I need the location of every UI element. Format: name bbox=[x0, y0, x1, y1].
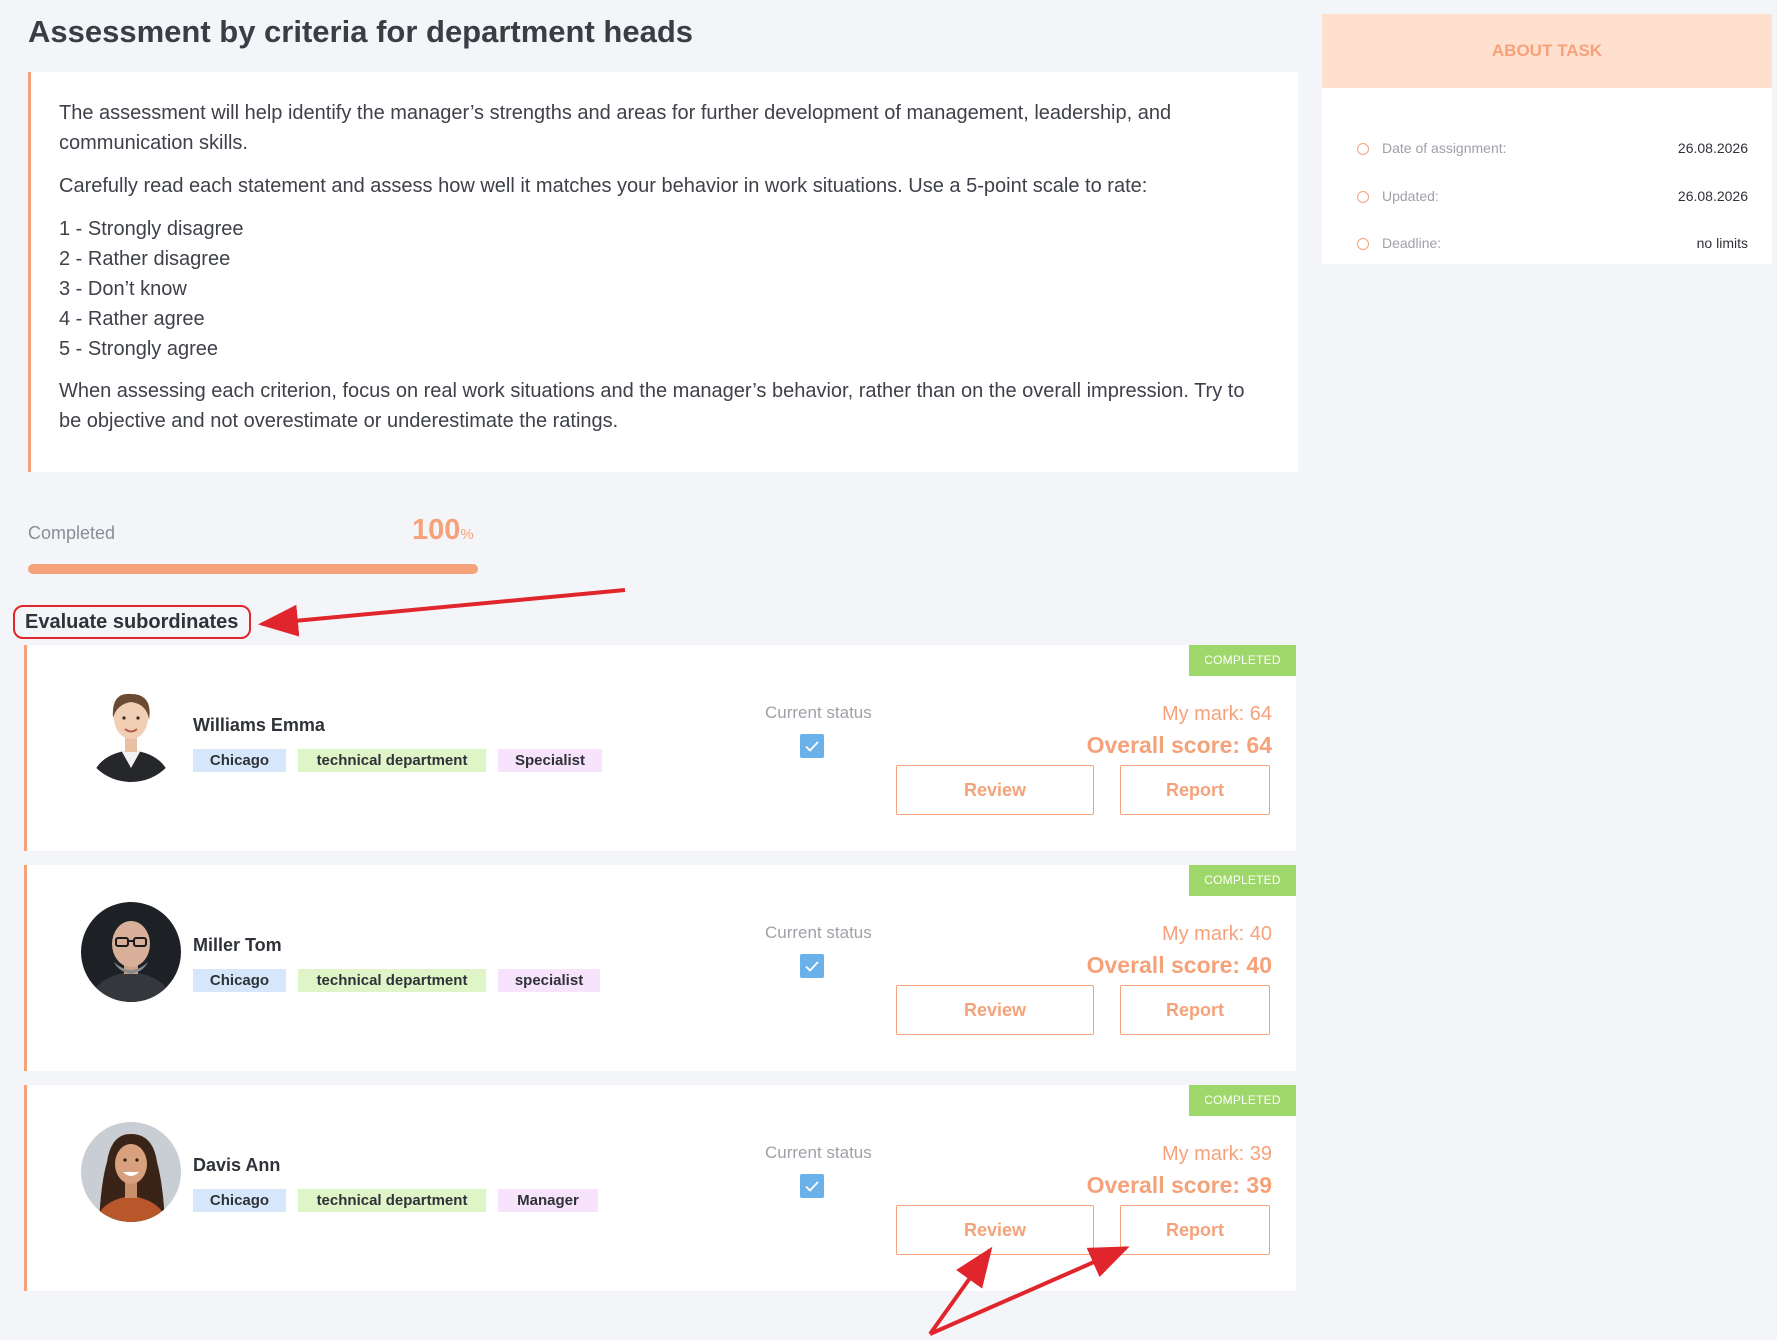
avatar bbox=[81, 902, 181, 1002]
person-name: Miller Tom bbox=[193, 935, 282, 955]
about-key: Updated: bbox=[1382, 188, 1439, 204]
department-tag: technical department bbox=[298, 1189, 486, 1212]
page-title: Assessment by criteria for department he… bbox=[28, 14, 694, 49]
task-description: The assessment will help identify the ma… bbox=[28, 72, 1298, 472]
progress-percent: 100 bbox=[412, 514, 461, 546]
report-button[interactable]: Report bbox=[1120, 985, 1270, 1035]
about-key: Deadline: bbox=[1382, 235, 1442, 251]
checkmark-icon bbox=[805, 741, 819, 752]
progress-bar-fill bbox=[28, 564, 478, 574]
progress-value: 100% bbox=[412, 514, 474, 547]
overall-score: Overall score: 39 bbox=[1086, 1172, 1272, 1198]
status-checkbox[interactable] bbox=[800, 734, 824, 758]
progress-label: Completed bbox=[28, 523, 116, 543]
report-button[interactable]: Report bbox=[1120, 1205, 1270, 1255]
status-label: Current status bbox=[765, 923, 872, 942]
avatar bbox=[81, 682, 181, 782]
bullet-icon bbox=[1357, 143, 1369, 155]
subordinate-card: COMPLETED Miller Tom Chicago technical d… bbox=[24, 865, 1296, 1071]
rating-scale-list: 1 - Strongly disagree 2 - Rather disagre… bbox=[59, 214, 1270, 364]
about-row-assignment-date: Date of assignment: 26.08.2026 bbox=[1357, 140, 1748, 160]
progress-bar bbox=[28, 564, 478, 574]
about-key: Date of assignment: bbox=[1382, 140, 1507, 156]
intro-paragraph: Carefully read each statement and assess… bbox=[59, 175, 1148, 197]
department-tag: technical department bbox=[298, 749, 486, 772]
overall-score: Overall score: 64 bbox=[1086, 732, 1272, 758]
my-mark: My mark: 64 bbox=[1161, 703, 1272, 725]
status-badge: COMPLETED bbox=[1189, 645, 1296, 676]
role-tag: Manager bbox=[498, 1189, 598, 1212]
about-task-panel: ABOUT TASK Date of assignment: 26.08.202… bbox=[1322, 14, 1772, 264]
about-task-header: ABOUT TASK bbox=[1322, 14, 1772, 88]
progress-unit: % bbox=[460, 526, 474, 543]
person-name: Williams Emma bbox=[193, 715, 325, 735]
rating-scale-item: 3 - Don’t know bbox=[59, 278, 187, 300]
bullet-icon bbox=[1357, 191, 1369, 203]
status-badge: COMPLETED bbox=[1189, 865, 1296, 896]
rating-scale-item: 5 - Strongly agree bbox=[59, 338, 218, 360]
city-tag: Chicago bbox=[193, 1189, 286, 1212]
my-mark: My mark: 40 bbox=[1161, 923, 1272, 945]
annotation-arrow-icon bbox=[258, 588, 626, 637]
review-button[interactable]: Review bbox=[896, 985, 1094, 1035]
review-button[interactable]: Review bbox=[896, 1205, 1094, 1255]
about-value: no limits bbox=[1696, 235, 1748, 251]
checkmark-icon bbox=[805, 1181, 819, 1192]
subordinate-card: COMPLETED Davis Ann Chicago technical de… bbox=[24, 1085, 1296, 1291]
about-row-deadline: Deadline: no limits bbox=[1357, 235, 1748, 255]
overall-score: Overall score: 40 bbox=[1086, 952, 1272, 978]
about-row-updated: Updated: 26.08.2026 bbox=[1357, 188, 1748, 208]
status-badge: COMPLETED bbox=[1189, 1085, 1296, 1116]
bullet-icon bbox=[1357, 238, 1369, 250]
intro-paragraph: The assessment will help identify the ma… bbox=[59, 102, 1172, 154]
status-label: Current status bbox=[765, 1143, 872, 1162]
person-name: Davis Ann bbox=[193, 1155, 281, 1175]
report-button[interactable]: Report bbox=[1120, 765, 1270, 815]
city-tag: Chicago bbox=[193, 749, 286, 772]
status-checkbox[interactable] bbox=[800, 1174, 824, 1198]
review-button[interactable]: Review bbox=[896, 765, 1094, 815]
my-mark: My mark: 39 bbox=[1161, 1143, 1272, 1165]
about-value: 26.08.2026 bbox=[1677, 140, 1748, 156]
subordinate-card: COMPLETED Williams Emma Chicago technica… bbox=[24, 645, 1296, 851]
role-tag: Specialist bbox=[498, 749, 602, 772]
avatar bbox=[81, 1122, 181, 1222]
section-heading: Evaluate subordinates bbox=[13, 605, 251, 639]
intro-paragraph: When assessing each criterion, focus on … bbox=[59, 380, 1245, 432]
role-tag: specialist bbox=[498, 969, 600, 992]
rating-scale-item: 2 - Rather disagree bbox=[59, 248, 231, 270]
checkmark-icon bbox=[805, 961, 819, 972]
city-tag: Chicago bbox=[193, 969, 286, 992]
rating-scale-item: 1 - Strongly disagree bbox=[59, 218, 244, 240]
department-tag: technical department bbox=[298, 969, 486, 992]
rating-scale-item: 4 - Rather agree bbox=[59, 308, 205, 330]
about-value: 26.08.2026 bbox=[1677, 188, 1748, 204]
status-checkbox[interactable] bbox=[800, 954, 824, 978]
status-label: Current status bbox=[765, 703, 872, 722]
